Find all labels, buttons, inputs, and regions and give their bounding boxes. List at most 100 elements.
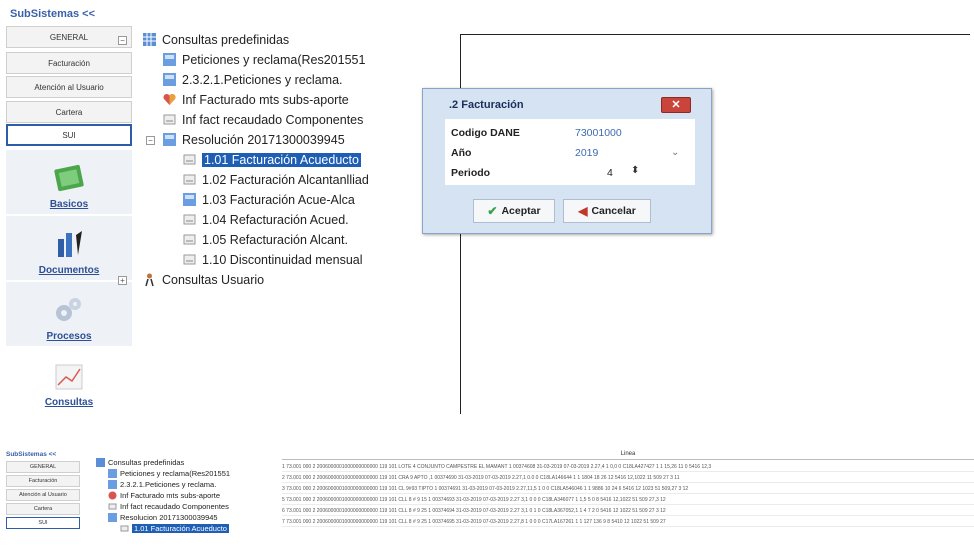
tree-label: Resolución 20171300039945 [182, 132, 345, 147]
table-row[interactable]: 3 73.001 000 2 2006000001000000000000 11… [282, 484, 974, 494]
tree-label: 2.3.2.1.Peticiones y reclama. [182, 72, 343, 87]
tree-node-inf-fact-recaudado[interactable]: Inf fact recaudado Componentes [162, 112, 363, 127]
codigo-dane-field[interactable]: 73001000 [575, 127, 622, 139]
bottom-tree-node[interactable]: Inf fact recaudado Componentes [108, 502, 229, 511]
tree-node-consultas-predefinidas[interactable]: Consultas predefinidas [142, 32, 289, 47]
document-icon [120, 525, 129, 532]
tree-label: Peticiones y reclama(Res201551 [120, 469, 231, 478]
aceptar-label: Aceptar [501, 205, 541, 217]
periodo-stepper[interactable]: 4 [607, 167, 613, 179]
tree-label: Peticiones y reclama(Res201551 [182, 52, 366, 67]
document-icon [183, 174, 196, 185]
bottom-sidebar-cartera[interactable]: Cartera [6, 503, 80, 515]
table-row[interactable]: 5 73.001 000 2 2006000001000000000000 11… [282, 495, 974, 505]
collapse-toggle-resolucion[interactable]: − [146, 136, 155, 145]
report-icon [183, 193, 196, 206]
table-row[interactable]: 1 73.001 000 2 2006000001000000000000 11… [282, 462, 974, 472]
report-icon [108, 469, 117, 478]
spinner-icon[interactable]: ⬍ [631, 165, 639, 176]
section-basicos-label: Basicos [49, 199, 89, 210]
document-icon [163, 114, 176, 125]
bottom-tree-node-selected[interactable]: 1.01 Facturación Acueducto [120, 524, 229, 533]
tree-node-103[interactable]: 1.03 Facturación Acue-Alca [182, 192, 355, 207]
tree-label: 2.3.2.1.Peticiones y reclama. [120, 480, 217, 489]
document-icon [183, 234, 196, 245]
grid-icon [143, 33, 156, 46]
dialog-title: .2 Facturación [449, 99, 524, 111]
tree-node-resolucion[interactable]: Resolución 20171300039945 [162, 132, 345, 147]
codigo-dane-label: Codigo DANE [451, 127, 520, 139]
bottom-tree-node[interactable]: Peticiones y reclama(Res201551 [108, 469, 230, 478]
report-icon [163, 53, 176, 66]
tree-node-110[interactable]: 1.10 Discontinuidad mensual [182, 252, 363, 267]
tree-node-102[interactable]: 1.02 Facturación Alcantanlliad [182, 172, 369, 187]
expand-toggle[interactable]: + [118, 276, 127, 285]
subsystems-title[interactable]: SubSistemas << [10, 8, 95, 20]
bottom-sidebar-facturacion[interactable]: Facturación [6, 475, 80, 487]
tree-label: Consultas predefinidas [108, 458, 185, 467]
heart-icon [163, 93, 176, 105]
gears-icon [56, 298, 81, 321]
table-row[interactable]: 2 73.001 000 2 2006000001000000000000 11… [282, 473, 974, 483]
section-consultas[interactable]: Consultas [6, 348, 132, 412]
collapse-toggle[interactable]: − [118, 36, 127, 45]
bottom-tree-node[interactable]: Consultas predefinidas [96, 458, 184, 467]
tree-label: 1.03 Facturación Acue-Alca [202, 192, 355, 207]
tree-label: 1.10 Discontinuidad mensual [202, 252, 363, 267]
heart-icon [108, 491, 117, 500]
results-table: Linea 1 73.001 000 2 2006000001000000000… [282, 448, 974, 551]
tree-label: Inf Facturado mts subs-aporte [182, 92, 349, 107]
anio-label: Año [451, 147, 472, 159]
bottom-subsystems-title[interactable]: SubSistemas << [6, 451, 56, 458]
tree-label: Resolucion 20171300039945 [120, 513, 218, 522]
document-icon [183, 214, 196, 225]
aceptar-button[interactable]: ✔ Aceptar [473, 199, 555, 223]
tree-label: 1.01 Facturación Acueducto [202, 152, 361, 167]
bottom-tree-node[interactable]: Inf Facturado mts subs-aporte [108, 491, 220, 500]
tree-label: Consultas predefinidas [162, 32, 290, 47]
query-tree: − Consultas predefinidas Peticiones y re… [112, 28, 462, 298]
document-icon [183, 254, 196, 265]
table-row[interactable]: 7 73.001 000 2 2006000001000000000000 11… [282, 517, 974, 527]
chevron-down-icon[interactable]: ⌄ [671, 147, 679, 158]
tree-node-105[interactable]: 1.05 Refacturación Alcant. [182, 232, 348, 247]
table-row[interactable]: 6 73.001 000 2 2006000001000000000000 11… [282, 506, 974, 516]
tree-node-peticiones-res[interactable]: Peticiones y reclama(Res201551 [162, 52, 365, 67]
bottom-tree-node[interactable]: Resolucion 20171300039945 [108, 513, 218, 522]
tree-node-104[interactable]: 1.04 Refacturación Acued. [182, 212, 349, 227]
tree-label: Consultas Usuario [162, 272, 265, 287]
bottom-sidebar-sui[interactable]: SUI [6, 517, 80, 529]
user-icon [145, 273, 154, 287]
bottom-sidebar-atencion[interactable]: Atención al Usuario [6, 489, 80, 501]
tree-label: 1.05 Refacturación Alcant. [202, 232, 348, 247]
document-icon [183, 154, 196, 165]
tree-node-peticiones-2321[interactable]: 2.3.2.1.Peticiones y reclama. [162, 72, 343, 87]
tree-label: 1.01 Facturación Acueducto [132, 524, 229, 533]
dialog-form: Codigo DANE 73001000 Año 2019 ⌄ Periodo … [445, 119, 695, 185]
tree-node-101-selected[interactable]: 1.01 Facturación Acueducto [182, 152, 361, 167]
grid-icon [96, 458, 105, 467]
tree-label: 1.04 Refacturación Acued. [202, 212, 349, 227]
report-icon [108, 480, 117, 489]
cancelar-button[interactable]: ◀ Cancelar [563, 199, 651, 223]
tree-node-inf-facturado[interactable]: Inf Facturado mts subs-aporte [162, 92, 349, 107]
facturacion-dialog: .2 Facturación ✕ Codigo DANE 73001000 Añ… [422, 88, 712, 234]
basicos-icon [54, 164, 84, 192]
tree-label: Inf fact recaudado Componentes [120, 502, 229, 511]
cancelar-label: Cancelar [591, 205, 636, 217]
table-header-linea: Linea [282, 448, 974, 460]
document-icon [108, 503, 117, 510]
check-icon: ✔ [487, 204, 498, 218]
bottom-tree-node[interactable]: 2.3.2.1.Peticiones y reclama. [108, 480, 216, 489]
tree-label: Inf fact recaudado Componentes [182, 112, 364, 127]
report-icon [163, 133, 176, 146]
report-icon [163, 73, 176, 86]
tree-label: 1.02 Facturación Alcantanlliad [202, 172, 369, 187]
tree-label: Inf Facturado mts subs-aporte [120, 491, 221, 500]
chart-line-icon [55, 364, 83, 390]
periodo-label: Periodo [451, 167, 491, 179]
bottom-sidebar-general[interactable]: GENERAL [6, 461, 80, 473]
anio-select[interactable]: 2019 [575, 147, 598, 159]
tree-node-consultas-usuario[interactable]: Consultas Usuario [142, 272, 264, 287]
close-button[interactable]: ✕ [661, 97, 691, 113]
